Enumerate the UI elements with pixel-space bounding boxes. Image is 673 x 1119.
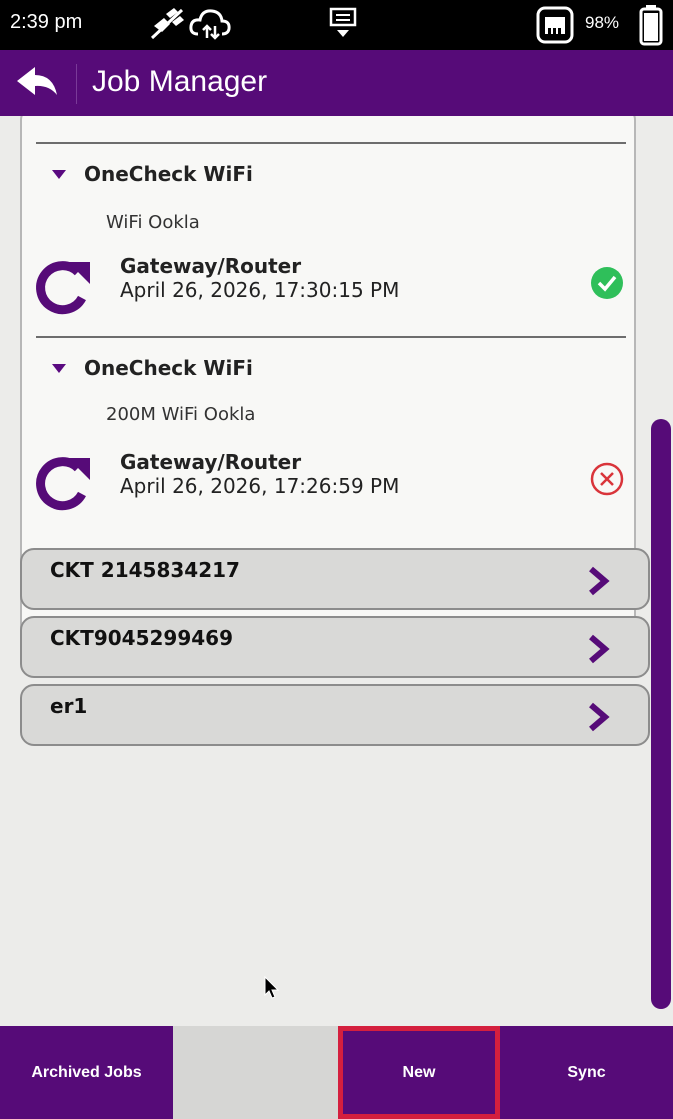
chevron-right-icon — [589, 566, 610, 596]
ethernet-icon — [536, 6, 574, 48]
satellite-off-icon — [148, 6, 188, 46]
app-header: Job Manager — [0, 50, 673, 116]
archived-jobs-button[interactable]: Archived Jobs — [0, 1026, 173, 1119]
pass-check-icon — [591, 267, 623, 299]
divider — [36, 336, 626, 338]
divider — [36, 142, 626, 144]
cloud-sync-icon — [188, 6, 232, 46]
result-device: Gateway/Router — [120, 254, 302, 278]
collapse-triangle-icon[interactable] — [52, 169, 66, 179]
result-timestamp: April 26, 2026, 17:26:59 PM — [120, 474, 400, 498]
chevron-right-icon — [589, 702, 610, 732]
header-divider — [76, 64, 77, 104]
job-row[interactable]: CKT 2145834217 — [20, 548, 650, 610]
status-time: 2:39 pm — [10, 11, 83, 33]
bottom-toolbar: Archived Jobs New Sync — [0, 1026, 673, 1119]
result-device: Gateway/Router — [120, 450, 302, 474]
back-arrow-icon — [17, 67, 57, 95]
empty-toolbar-slot — [173, 1026, 338, 1119]
battery-percent: 98% — [585, 13, 620, 32]
page-title: Job Manager — [92, 65, 268, 98]
job-row[interactable]: er1 — [20, 684, 650, 746]
back-button[interactable] — [0, 50, 76, 116]
job-name: er1 — [50, 694, 88, 718]
test-result-row[interactable]: Gateway/Router April 26, 2026, 17:30:15 … — [22, 252, 634, 322]
test-header[interactable]: OneCheck WiFi — [52, 162, 253, 186]
test-result-row[interactable]: Gateway/Router April 26, 2026, 17:26:59 … — [22, 448, 634, 518]
test-name: OneCheck WiFi — [84, 162, 253, 186]
job-name: CKT9045299469 — [50, 626, 233, 650]
mouse-pointer-icon — [264, 976, 280, 999]
job-name: CKT 2145834217 — [50, 558, 240, 582]
battery-icon — [638, 4, 664, 50]
scrollbar-thumb[interactable] — [651, 419, 671, 1009]
collapse-triangle-icon[interactable] — [52, 363, 66, 373]
fail-x-icon — [590, 462, 624, 496]
keyboard-dock-icon — [328, 6, 358, 46]
test-subtitle: 200M WiFi Ookla — [106, 404, 256, 425]
job-list[interactable]: OneCheck WiFi WiFi Ookla Gateway/Router … — [0, 116, 673, 1026]
job-row[interactable]: CKT9045299469 — [20, 616, 650, 678]
new-job-button[interactable]: New — [338, 1026, 500, 1119]
sync-button[interactable]: Sync — [500, 1026, 673, 1119]
rerun-icon[interactable] — [34, 258, 94, 318]
rerun-icon[interactable] — [34, 454, 94, 514]
result-timestamp: April 26, 2026, 17:30:15 PM — [120, 278, 400, 302]
test-name: OneCheck WiFi — [84, 356, 253, 380]
test-header[interactable]: OneCheck WiFi — [52, 356, 253, 380]
status-bar: 2:39 pm 98% — [0, 0, 673, 50]
test-subtitle: WiFi Ookla — [106, 212, 200, 233]
chevron-right-icon — [589, 634, 610, 664]
